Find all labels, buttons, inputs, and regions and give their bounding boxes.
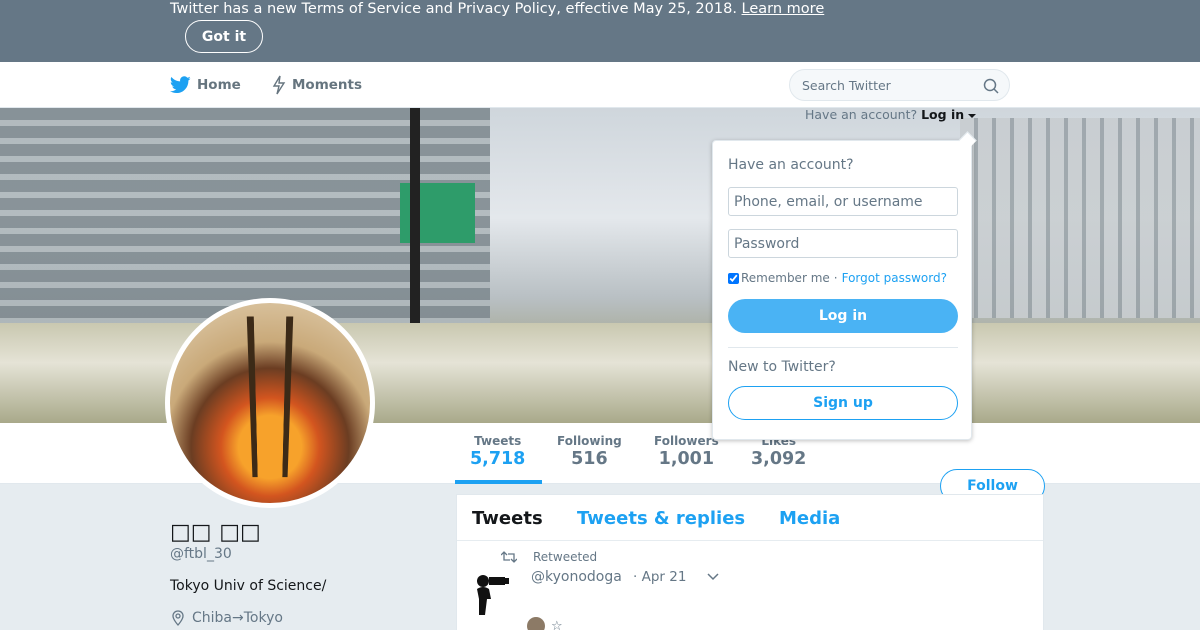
feed-tabs: Tweets Tweets & replies Media	[457, 495, 1043, 541]
tweet-timestamp[interactable]: · Apr 21	[633, 569, 686, 585]
profile-handle[interactable]: @ftbl_30	[170, 546, 232, 562]
banner-message: Twitter has a new Terms of Service and P…	[170, 0, 824, 19]
nav-home-label: Home	[197, 77, 241, 93]
separator-dot: ·	[833, 271, 838, 285]
stat-value: 3,092	[751, 449, 807, 469]
retweeted-label: Retweeted	[533, 550, 598, 564]
stat-value: 516	[571, 449, 608, 469]
stat-label: Tweets	[474, 434, 522, 448]
stat-tweets[interactable]: Tweets 5,718	[470, 434, 525, 469]
have-account-text: Have an account?	[805, 107, 918, 122]
new-to-twitter-text: New to Twitter?	[728, 359, 836, 375]
login-dropdown-toggle[interactable]: Log in	[921, 107, 964, 122]
banner-text: Twitter has a new Terms of Service and P…	[170, 1, 737, 17]
tweet-author-handle[interactable]: @kyonodoga	[531, 569, 622, 585]
stat-followers[interactable]: Followers 1,001	[654, 434, 719, 469]
location-text: Chiba→Tokyo	[192, 610, 283, 626]
location-pin-icon	[172, 610, 184, 626]
tab-tweets[interactable]: Tweets	[472, 508, 543, 529]
tweet-author-avatar[interactable]	[473, 571, 513, 617]
twitter-bird-icon	[170, 76, 191, 94]
login-dropdown: Have an account? Remember me · Forgot pa…	[712, 140, 972, 440]
caret-down-icon[interactable]	[968, 113, 977, 119]
search-icon[interactable]	[983, 78, 999, 94]
tos-banner: Twitter has a new Terms of Service and P…	[0, 0, 1200, 62]
mini-avatar	[527, 617, 545, 630]
chevron-down-icon[interactable]	[707, 573, 719, 581]
stat-following[interactable]: Following 516	[557, 434, 622, 469]
got-it-button[interactable]: Got it	[185, 20, 263, 53]
lightning-icon	[272, 75, 286, 95]
username-field[interactable]	[728, 187, 958, 216]
tab-tweets-replies[interactable]: Tweets & replies	[577, 508, 745, 529]
password-field[interactable]	[728, 229, 958, 258]
top-nav: Home Moments Search Twitter	[0, 62, 1200, 108]
profile-bio: Tokyo Univ of Science/	[170, 578, 327, 594]
stat-label: Followers	[654, 434, 719, 448]
forgot-password-link[interactable]: Forgot password?	[842, 271, 947, 285]
signup-button[interactable]: Sign up	[728, 386, 958, 420]
remember-row: Remember me · Forgot password?	[728, 271, 947, 285]
retweet-context: Retweeted	[501, 550, 597, 564]
tweet-feed: Tweets Tweets & replies Media Retweeted …	[456, 494, 1044, 630]
profile-name[interactable]: □□ □□	[170, 520, 261, 545]
tab-media[interactable]: Media	[779, 508, 840, 529]
nav-moments[interactable]: Moments	[272, 62, 362, 108]
search-box[interactable]: Search Twitter	[789, 69, 1010, 101]
stat-value: 1,001	[658, 449, 715, 469]
nav-moments-label: Moments	[292, 77, 363, 93]
divider	[728, 347, 958, 348]
nav-home[interactable]: Home	[170, 62, 241, 108]
login-button[interactable]: Log in	[728, 299, 958, 333]
profile-location: Chiba→Tokyo	[170, 610, 283, 626]
profile-avatar[interactable]	[165, 298, 375, 508]
stat-label: Following	[557, 434, 622, 448]
active-stat-underline	[455, 480, 542, 484]
have-account-prompt: Have an account? Log in	[805, 107, 977, 122]
stat-value: 5,718	[470, 449, 526, 469]
remember-me-label[interactable]: Remember me	[741, 271, 830, 285]
search-input[interactable]: Search Twitter	[802, 78, 891, 93]
retweet-icon	[501, 551, 517, 563]
login-dropdown-title: Have an account?	[728, 157, 854, 173]
tweet-content: ☆	[527, 617, 563, 630]
learn-more-link[interactable]: Learn more	[742, 1, 825, 17]
avatar-photo-detail	[246, 316, 294, 478]
photo-building-right	[960, 118, 1200, 318]
star-emoji: ☆	[551, 618, 563, 630]
remember-me-checkbox[interactable]	[728, 272, 739, 284]
